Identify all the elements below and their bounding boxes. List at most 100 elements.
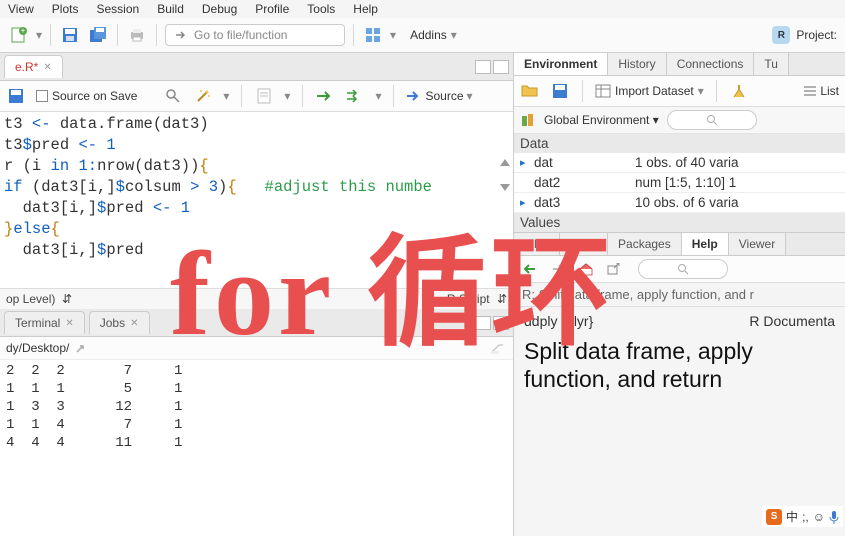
rerun-icon[interactable] [345, 87, 365, 105]
maximize-pane-icon[interactable] [493, 316, 509, 330]
help-tabbar: Files Plots Packages Help Viewer [514, 233, 845, 256]
close-icon[interactable]: ✕ [65, 318, 73, 329]
minimize-pane-icon[interactable] [475, 316, 491, 330]
env-row[interactable]: ▸dat310 obs. of 6 varia [514, 193, 845, 213]
help-fn-name: ddply {plyr} [524, 313, 593, 329]
clear-env-icon[interactable] [729, 82, 749, 100]
find-icon[interactable] [163, 87, 183, 105]
console-path-row: dy/Desktop/ [0, 337, 513, 360]
r-project-icon: R [772, 26, 790, 44]
sogou-ime-icon[interactable]: S [766, 509, 782, 525]
svg-text:+: + [21, 26, 26, 35]
new-file-icon[interactable]: + [8, 24, 30, 46]
back-icon[interactable] [520, 260, 540, 278]
help-toolbar [514, 256, 845, 283]
menu-tools[interactable]: Tools [307, 2, 335, 16]
env-scope-icon [520, 112, 536, 128]
save-source-icon[interactable] [6, 87, 26, 105]
language-selector[interactable]: R Script ⇵ [447, 292, 507, 306]
tab-jobs[interactable]: Jobs✕ [89, 311, 150, 334]
maximize-pane-icon[interactable] [493, 60, 509, 74]
forward-icon[interactable] [548, 260, 568, 278]
menu-debug[interactable]: Debug [202, 2, 237, 16]
clear-console-icon[interactable] [487, 339, 507, 357]
scope-selector[interactable]: op Level) ⇵ [6, 292, 72, 306]
close-icon[interactable]: ✕ [130, 318, 138, 329]
menu-help[interactable]: Help [353, 2, 378, 16]
env-scope-selector[interactable]: Global Environment ▾ [544, 113, 659, 127]
main-toolbar: + ▾ Go to file/function ▾ Addins▾ R Proj… [0, 18, 845, 53]
source-tab[interactable]: e.R* ✕ [4, 55, 63, 78]
env-search-input[interactable] [667, 110, 757, 130]
load-workspace-icon[interactable] [520, 82, 540, 100]
console-tabbar: Terminal✕ Jobs✕ [0, 309, 513, 337]
tab-history[interactable]: History [608, 53, 666, 75]
menu-build[interactable]: Build [157, 2, 184, 16]
help-header: R: Split data frame, apply function, and… [514, 283, 845, 307]
ime-status-tray: S 中 ;, ☺ [762, 506, 843, 527]
menu-view[interactable]: View [8, 2, 34, 16]
tab-environment[interactable]: Environment [514, 53, 608, 75]
menu-session[interactable]: Session [96, 2, 139, 16]
tab-connections[interactable]: Connections [667, 53, 755, 75]
tab-tutorial[interactable]: Tu [754, 53, 789, 75]
expand-icon[interactable]: ▸ [520, 156, 530, 169]
save-icon[interactable] [59, 24, 81, 46]
popout-help-icon[interactable] [604, 260, 624, 278]
goto-file-input[interactable]: Go to file/function [165, 24, 345, 46]
env-row[interactable]: ▸dat1 obs. of 40 varia [514, 153, 845, 173]
tab-terminal[interactable]: Terminal✕ [4, 311, 85, 334]
env-toolbar: Import Dataset▾ List [514, 76, 845, 107]
help-body: ddply {plyr} R Documenta Split data fram… [514, 307, 845, 399]
goto-placeholder: Go to file/function [194, 28, 287, 42]
tab-packages[interactable]: Packages [608, 233, 682, 255]
working-dir[interactable]: dy/Desktop/ [6, 341, 69, 355]
env-row[interactable]: dat2num [1:5, 1:10] 1 [514, 173, 845, 193]
home-icon[interactable] [576, 260, 596, 278]
source-tab-label: e.R* [15, 60, 38, 74]
goto-arrow-icon [174, 28, 188, 42]
help-doc-label: R Documenta [749, 313, 835, 329]
save-workspace-icon[interactable] [550, 82, 570, 100]
ime-mic-icon[interactable] [829, 510, 839, 524]
console-output[interactable]: 2 2 2 7 1 1 1 1 5 1 1 3 3 12 1 1 1 4 7 1… [0, 360, 513, 536]
code-editor[interactable]: t3 <- data.frame(dat3)t3$pred <- 1r (i i… [0, 112, 513, 288]
help-search-input[interactable] [638, 259, 728, 279]
source-tabbar: e.R* ✕ [0, 53, 513, 81]
addins-button[interactable]: Addins▾ [402, 25, 465, 45]
save-all-icon[interactable] [87, 24, 109, 46]
scrollbar-vertical[interactable] [499, 116, 511, 156]
source-on-save-checkbox[interactable]: Source on Save [36, 89, 137, 103]
ime-mode[interactable]: 中 [786, 508, 798, 525]
minimize-pane-icon[interactable] [475, 60, 491, 74]
list-view-button[interactable]: List [803, 84, 839, 98]
env-scope-row: Global Environment ▾ [514, 107, 845, 134]
help-title: Split data frame, apply function, and re… [524, 337, 835, 393]
env-section-data: Data [514, 134, 845, 153]
tab-viewer[interactable]: Viewer [729, 233, 786, 255]
menu-profile[interactable]: Profile [255, 2, 289, 16]
run-line-icon[interactable] [315, 87, 335, 105]
project-label[interactable]: Project: [796, 28, 837, 42]
tab-files[interactable]: Files [514, 233, 560, 255]
source-button[interactable]: Source ▾ [406, 89, 472, 103]
env-section-values: Values [514, 213, 845, 232]
expand-icon[interactable]: ▸ [520, 196, 530, 209]
ime-emoji-icon[interactable]: ☺ [813, 510, 825, 524]
search-icon [677, 263, 689, 275]
ime-punct[interactable]: ;, [802, 510, 809, 524]
tab-plots[interactable]: Plots [560, 233, 608, 255]
menu-plots[interactable]: Plots [52, 2, 79, 16]
popout-icon[interactable] [75, 342, 89, 354]
tab-help[interactable]: Help [682, 233, 729, 255]
source-toolbar: Source on Save ▾ ▾ ▾ [0, 81, 513, 112]
env-tabbar: Environment History Connections Tu [514, 53, 845, 76]
print-icon[interactable] [126, 24, 148, 46]
source-statusbar: op Level) ⇵ R Script ⇵ [0, 288, 513, 309]
wand-icon[interactable] [193, 87, 213, 105]
close-icon[interactable]: ✕ [43, 62, 51, 73]
report-icon[interactable] [254, 87, 274, 105]
grid-icon[interactable] [362, 24, 384, 46]
search-icon [706, 114, 718, 126]
import-dataset-button[interactable]: Import Dataset▾ [595, 84, 704, 98]
